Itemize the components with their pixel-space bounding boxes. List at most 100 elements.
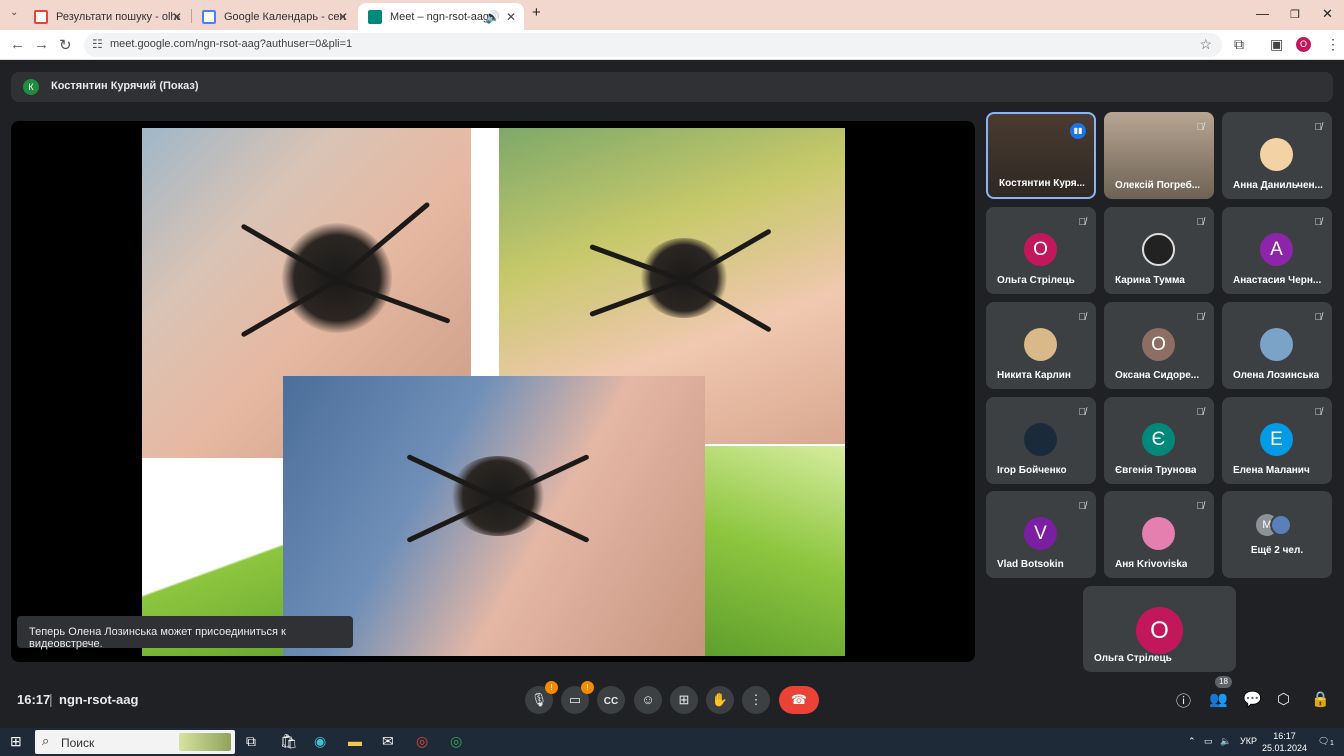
raise-hand-button[interactable]: ✋ <box>706 686 734 714</box>
chrome-icon[interactable]: ◎ <box>416 733 428 750</box>
more-avatars: М <box>1256 514 1302 536</box>
participant-name: Vlad Botsokin <box>997 559 1064 570</box>
file-explorer-icon[interactable]: ▬ <box>348 733 362 749</box>
task-view-icon[interactable]: ⧉ <box>246 733 256 750</box>
language-indicator[interactable]: УКР <box>1240 736 1257 746</box>
leave-call-button[interactable]: ☎ <box>779 686 819 714</box>
taskbar-search[interactable]: ⌕ Поиск <box>35 730 235 754</box>
camera-button[interactable]: ▭ ! <box>561 681 594 714</box>
clock-time: 16:17 <box>1273 731 1296 741</box>
participant-tile[interactable]: 🎙̸ Анна Данильчен... <box>1222 112 1332 199</box>
tab-title: Google Календарь - сентябрь <box>224 10 346 23</box>
hang-up-icon: ☎ <box>790 692 808 707</box>
present-button[interactable]: ⊞ <box>670 686 698 714</box>
close-tab-icon[interactable]: ✕ <box>338 10 348 24</box>
maximize-icon[interactable]: ❐ <box>1290 8 1300 21</box>
tab-calendar[interactable]: Google Календарь - сентябрь ✕ <box>192 3 356 30</box>
more-participants-tile[interactable]: М Ещё 2 чел. <box>1222 491 1332 578</box>
tray-chevron-icon[interactable]: ⌃ <box>1188 736 1196 747</box>
host-controls-icon[interactable]: 🔒 <box>1311 690 1330 708</box>
activities-icon[interactable]: ⬡ <box>1277 690 1290 708</box>
participant-name: Олена Лозинська <box>1233 370 1320 381</box>
url-text: meet.google.com/ngn-rsot-aag?authuser=0&… <box>110 38 353 50</box>
notification-icon[interactable]: 🗨 <box>1318 736 1329 747</box>
participant-tile[interactable]: 🎙̸ Олексій Погреб... <box>1104 112 1214 199</box>
address-bar[interactable]: ☷ meet.google.com/ngn-rsot-aag?authuser=… <box>84 33 1222 57</box>
browser-toolbar: ← → ↻ ☷ meet.google.com/ngn-rsot-aag?aut… <box>0 30 1344 60</box>
participant-tile[interactable]: 🎙̸ О Ольга Стрілець <box>986 207 1096 294</box>
participant-tile[interactable]: 🎙̸ Є Євгенія Трунова <box>1104 397 1214 484</box>
tab-list-icon[interactable]: ⌄ <box>10 7 18 18</box>
participant-tile[interactable]: 🎙̸ О Оксана Сидоре... <box>1104 302 1214 389</box>
more-participants-label: Ещё 2 чел. <box>1250 545 1304 556</box>
tab-gmail[interactable]: Результати пошуку - olhastrile ✕ <box>24 3 190 30</box>
participant-name: Євгенія Трунова <box>1115 465 1197 476</box>
mic-muted-icon: 🎙̸ <box>1196 501 1205 512</box>
warning-badge: ! <box>545 681 558 694</box>
chat-icon[interactable]: 💬 <box>1243 690 1262 708</box>
close-window-icon[interactable]: ✕ <box>1322 6 1333 22</box>
windows-start-icon[interactable]: ⊞ <box>10 733 22 750</box>
clock-date: 25.01.2024 <box>1262 743 1308 753</box>
back-icon[interactable]: ← <box>10 36 25 53</box>
avatar <box>1270 514 1292 536</box>
browser-tab-bar: ⌄ Результати пошуку - olhastrile ✕ Googl… <box>0 0 1344 30</box>
avatar: Є <box>1142 423 1175 456</box>
self-view-tile[interactable]: О Ольга Стрілець <box>1083 586 1236 672</box>
reload-icon[interactable]: ↻ <box>59 36 72 54</box>
edge-icon[interactable]: ◉ <box>314 733 326 750</box>
close-tab-icon[interactable]: ✕ <box>506 10 516 24</box>
participant-tile[interactable]: 🎙̸ Аня Krivoviska <box>1104 491 1214 578</box>
network-icon[interactable]: ▭ <box>1204 736 1213 747</box>
emoji-button[interactable]: ☺ <box>634 686 662 714</box>
extensions-icon[interactable]: ⧉ <box>1234 36 1244 53</box>
taskbar-clock[interactable]: 16:17 25.01.2024 <box>1262 730 1307 754</box>
audio-icon[interactable]: 🔊 <box>485 10 500 24</box>
participant-count-badge: 18 <box>1215 676 1232 688</box>
bookmark-star-icon[interactable]: ☆ <box>1199 36 1212 53</box>
captions-icon: CC <box>603 696 619 707</box>
more-options-button[interactable]: ⋮ <box>742 686 770 714</box>
mic-muted-icon: 🎙̸ <box>1196 122 1205 133</box>
new-tab-button[interactable]: + <box>532 4 541 21</box>
forward-icon[interactable]: → <box>34 36 49 53</box>
participant-tile[interactable]: ▮▮ Костянтин Куря... <box>986 112 1096 199</box>
people-icon[interactable]: 👥 <box>1209 690 1228 708</box>
participant-tile[interactable]: 🎙̸ Е Елена Маланич <box>1222 397 1332 484</box>
participant-name: Карина Тумма <box>1115 275 1185 286</box>
microphone-button[interactable]: 🎙 ! <box>525 681 558 714</box>
tab-meet[interactable]: Meet – ngn-rsot-aag 🔊 ✕ <box>358 3 524 30</box>
avatar <box>1142 517 1175 550</box>
mic-muted-icon: 🎙̸ <box>1078 407 1087 418</box>
mic-muted-icon: 🎙̸ <box>1314 407 1323 418</box>
gmail-icon <box>34 9 48 24</box>
info-icon[interactable]: ⓘ <box>1176 690 1191 711</box>
participant-tile[interactable]: 🎙̸ Никита Карлин <box>986 302 1096 389</box>
profile-avatar[interactable]: О <box>1296 37 1311 52</box>
volume-icon[interactable]: 🔈 <box>1220 736 1231 747</box>
hand-icon: ✋ <box>711 692 729 707</box>
participant-tile[interactable]: 🎙̸ Карина Тумма <box>1104 207 1214 294</box>
site-info-icon[interactable]: ☷ <box>92 37 103 51</box>
chrome-icon[interactable]: ◎ <box>450 733 462 750</box>
search-icon: ⌕ <box>42 733 50 748</box>
mic-muted-icon: 🎙̸ <box>1196 312 1205 323</box>
side-panel-icon[interactable]: ▣ <box>1270 36 1283 53</box>
windows-taskbar: ⊞ ⌕ Поиск ⧉ 🛍 ◉ ▬ ✉ ◎ ◎ ⌃ ▭ 🔈 УКР 16:17 … <box>0 728 1344 756</box>
avatar: Е <box>1260 423 1293 456</box>
participant-name: Ольга Стрілець <box>997 275 1075 286</box>
participant-tile[interactable]: 🎙̸ Олена Лозинська <box>1222 302 1332 389</box>
participant-tile[interactable]: 🎙̸ А Анастасия Черн... <box>1222 207 1332 294</box>
kebab-icon: ⋮ <box>749 692 763 707</box>
participant-tile[interactable]: 🎙̸ Ігор Бойченко <box>986 397 1096 484</box>
captions-button[interactable]: CC <box>597 686 625 714</box>
close-tab-icon[interactable]: ✕ <box>172 10 182 24</box>
minimize-icon[interactable]: — <box>1256 6 1269 21</box>
speaking-indicator-icon: ▮▮ <box>1070 123 1086 139</box>
store-icon[interactable]: 🛍 <box>280 733 298 750</box>
emoji-icon: ☺ <box>641 692 655 707</box>
participant-tile[interactable]: 🎙̸ V Vlad Botsokin <box>986 491 1096 578</box>
menu-kebab-icon[interactable]: ⋮ <box>1326 36 1340 53</box>
mail-icon[interactable]: ✉ <box>382 733 394 750</box>
presenter-bar: К Костянтин Курячий (Показ) <box>11 72 1333 102</box>
